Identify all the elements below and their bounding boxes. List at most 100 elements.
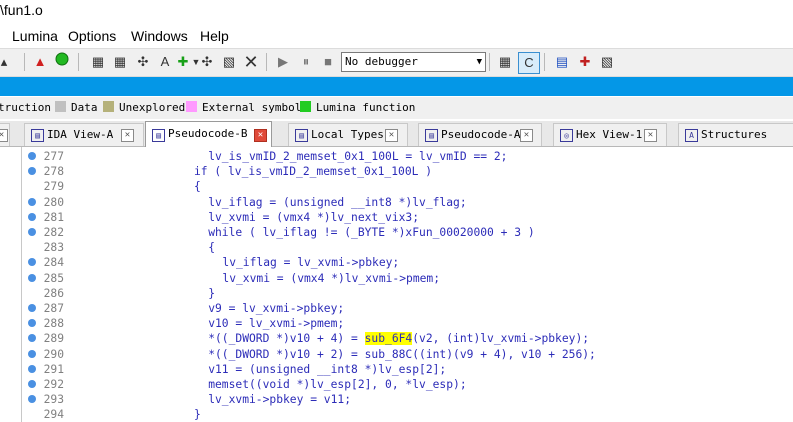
play-icon[interactable]: ▶	[273, 52, 293, 72]
remove-icon[interactable]: ✣	[197, 52, 217, 72]
tab-local-types[interactable]: ▤ Local Types ✕	[288, 123, 408, 146]
breakpoint-dot-icon[interactable]	[28, 395, 36, 404]
pause-icon[interactable]: ⏸	[296, 52, 316, 72]
debug-run-icon[interactable]: C	[518, 52, 540, 74]
navigation-band[interactable]	[0, 77, 793, 96]
code-text: lv_is_vmID_2_memset_0x1_100L = lv_vmID =…	[208, 150, 508, 163]
tab-view-icon: A	[685, 129, 698, 142]
highlighted-symbol[interactable]: sub_6F4	[364, 332, 413, 346]
breakpoint-dot-icon[interactable]	[28, 349, 36, 358]
breakpoint-dot-icon[interactable]	[28, 304, 36, 312]
code-text-prefix: *((_DWORD *)v10 + 4) =	[208, 332, 365, 346]
code-text: }	[194, 408, 201, 422]
stop-icon[interactable]: ■	[318, 52, 338, 72]
code-text: lv_xvmi = (vmx4 *)lv_xvmi->pmem;	[222, 271, 441, 285]
breakpoint-dot-icon[interactable]	[28, 228, 36, 236]
menu-options[interactable]: Options	[68, 28, 116, 44]
code-text: {	[208, 241, 215, 255]
breakpoint-dot-icon[interactable]	[28, 319, 36, 328]
line-number: 277	[43, 150, 64, 163]
menu-windows[interactable]: Windows	[131, 28, 188, 44]
code-text: while ( lv_iflag != (_BYTE *)xFun_000200…	[208, 226, 535, 239]
breakpoint-dot-icon[interactable]	[28, 258, 36, 267]
code-line[interactable]: 283 {	[0, 240, 793, 255]
close-icon[interactable]: ✕	[644, 129, 657, 142]
code-line[interactable]: 287 v9 = lv_xvmi->pbkey;	[0, 301, 793, 316]
code-text: v10 = lv_xvmi->pmem;	[208, 317, 345, 331]
tab-view-icon: ▤	[152, 129, 165, 142]
code-text: lv_iflag = (unsigned __int8 *)lv_flag;	[208, 195, 467, 209]
line-number: 291	[43, 362, 64, 376]
tab-pseudocode-a[interactable]: ▤ Pseudocode-A ✕	[418, 123, 542, 146]
code-line[interactable]: 290 *((_DWORD *)v10 + 2) = sub_88C((int)(…	[0, 347, 793, 362]
code-text: lv_xvmi = (vmx4 *)lv_next_vix3;	[208, 210, 420, 224]
code-line[interactable]: 288 v10 = lv_xvmi->pmem;	[0, 316, 793, 331]
code-line[interactable]: 289 *((_DWORD *)v10 + 4) = sub_6F4(v2, (i…	[0, 331, 793, 346]
code-line[interactable]: 286}	[0, 286, 793, 301]
tab-label: Hex View-1	[576, 128, 643, 141]
code-line[interactable]: 281 lv_xvmi = (vmx4 *)lv_next_vix3;	[0, 210, 793, 225]
close-icon[interactable]: ✕	[254, 129, 267, 142]
patch-icon[interactable]: ▧	[219, 52, 239, 72]
menu-lumina[interactable]: Lumina	[12, 28, 58, 44]
debug-step-icon[interactable]: ▦	[495, 52, 515, 72]
breakpoint-dot-icon[interactable]	[28, 212, 36, 221]
breakpoint-dot-icon[interactable]	[28, 167, 36, 176]
code-line[interactable]: 277 lv_is_vmID_2_memset_0x1_100L = lv_vmI…	[0, 149, 793, 164]
add-icon[interactable]: A	[155, 52, 175, 72]
code-line[interactable]: 284 lv_iflag = lv_xvmi->pbkey;	[0, 255, 793, 270]
line-number: 278	[43, 165, 64, 179]
breakpoint-dot-icon[interactable]	[28, 273, 36, 282]
close-icon[interactable]: ✕	[121, 129, 134, 142]
code-line[interactable]: 280 lv_iflag = (unsigned __int8 *)lv_flag…	[0, 195, 793, 210]
tab-label: Structures	[701, 128, 768, 141]
toolbar: ▴ ▲ ▦ ▦ ✣ A ✚ ▼ ✣ ▧ ✕ ▶ ⏸ ■ No debugger …	[0, 48, 793, 77]
close-icon[interactable]: ✕	[241, 52, 261, 72]
close-icon[interactable]: ✕	[520, 129, 533, 142]
line-number: 284	[43, 256, 64, 270]
stop-trace-icon[interactable]: ▧	[597, 52, 617, 72]
data-icon[interactable]: ▦	[110, 52, 130, 72]
toolbar-separator	[266, 53, 267, 71]
code-line[interactable]: 279 {	[0, 179, 793, 194]
tab-view-icon: ▤	[31, 129, 44, 142]
menu-help[interactable]: Help	[200, 28, 229, 44]
breakpoint-icon[interactable]: ✚	[575, 52, 595, 72]
code-line[interactable]: 293 lv_xvmi->pbkey = v11;	[0, 392, 793, 407]
green-circle-icon[interactable]	[52, 52, 72, 72]
code-line[interactable]: 282 while ( lv_iflag != (_BYTE *)xFun_000…	[0, 225, 793, 240]
code-line[interactable]: 294}	[0, 407, 793, 422]
structure-icon[interactable]: ✣	[133, 52, 153, 72]
code-text: v11 = (unsigned __int8 *)lv_esp[2];	[208, 362, 447, 376]
breakpoint-dot-icon[interactable]	[28, 152, 36, 160]
warning-icon[interactable]: ▲	[30, 52, 50, 72]
color-legend: truction Data Unexplored External symbol…	[0, 97, 793, 119]
tab-ida-view-a[interactable]: ▤ IDA View-A ✕	[24, 123, 144, 146]
tab-structures[interactable]: A Structures	[678, 123, 793, 146]
legend-label: truction	[0, 101, 51, 114]
code-line[interactable]: 285 lv_xvmi = (vmx4 *)lv_xvmi->pmem;	[0, 271, 793, 286]
line-number: 290	[43, 347, 64, 361]
tab-hex-view-1[interactable]: ◎ Hex View-1 ✕	[553, 123, 667, 146]
breakpoint-dot-icon[interactable]	[28, 380, 36, 388]
bell-icon[interactable]: ▴	[0, 52, 14, 72]
trace-icon[interactable]: ▤	[552, 52, 572, 72]
line-number: 280	[43, 195, 64, 209]
breakpoint-dot-icon[interactable]	[28, 334, 36, 343]
breakpoint-dot-icon[interactable]	[28, 197, 36, 206]
pseudocode-view[interactable]: 277 lv_is_vmID_2_memset_0x1_100L = lv_vmI…	[0, 147, 793, 422]
debugger-select[interactable]: No debugger ▼	[341, 52, 486, 72]
toolbar-separator	[78, 53, 79, 71]
close-icon[interactable]: ✕	[0, 129, 8, 142]
line-number: 288	[43, 317, 64, 331]
toolbar-separator	[544, 53, 545, 71]
breakpoint-dot-icon[interactable]	[28, 364, 36, 373]
code-line[interactable]: 278 if ( lv_is_vmID_2_memset_0x1_100L )	[0, 164, 793, 179]
code-icon[interactable]: ▦	[88, 52, 108, 72]
window-title: \fun1.o	[0, 2, 43, 18]
code-line[interactable]: 291 v11 = (unsigned __int8 *)lv_esp[2];	[0, 362, 793, 377]
code-line[interactable]: 292 memset((void *)lv_esp[2], 0, *lv_esp)…	[0, 377, 793, 392]
close-icon[interactable]: ✕	[385, 129, 398, 142]
tab-pseudocode-b[interactable]: ▤ Pseudocode-B ✕	[145, 121, 272, 147]
tab-close-partial[interactable]: ✕	[0, 123, 10, 146]
